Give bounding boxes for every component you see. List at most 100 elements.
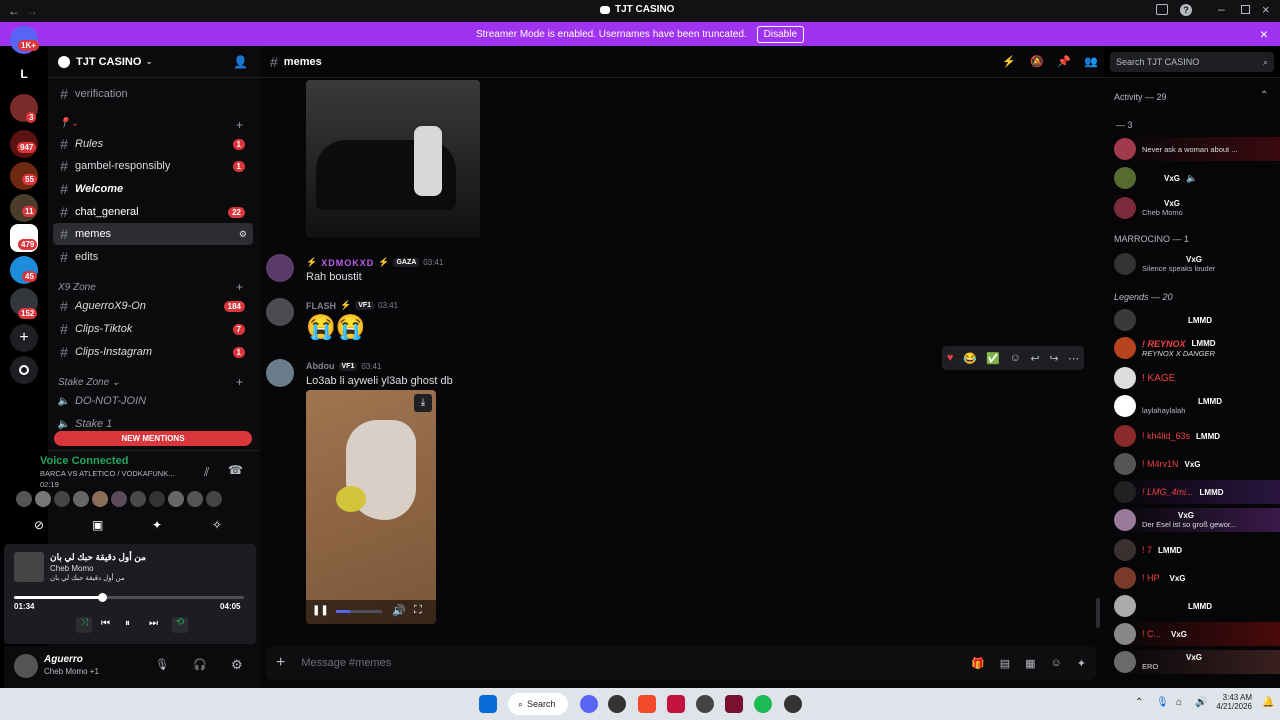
- pause-icon[interactable]: ⏸: [125, 618, 130, 629]
- avatar[interactable]: [54, 491, 70, 507]
- member-item[interactable]: VxG 🔈: [1114, 166, 1280, 190]
- member-item[interactable]: LMMD: [1114, 308, 1280, 332]
- settings-gear-icon[interactable]: ⚙: [239, 229, 247, 240]
- mic-tray-icon[interactable]: 🎙: [1156, 697, 1169, 708]
- forward-icon[interactable]: →: [26, 4, 38, 18]
- author-name[interactable]: FLASH: [306, 301, 336, 311]
- start-menu-icon[interactable]: [479, 695, 497, 713]
- discord-taskbar-icon[interactable]: [580, 695, 598, 713]
- member-item[interactable]: VxG ERO: [1114, 650, 1280, 674]
- message-input[interactable]: Message #memes: [301, 657, 391, 669]
- inbox-icon[interactable]: [1156, 4, 1168, 15]
- avatar[interactable]: [187, 491, 203, 507]
- screen-share-icon[interactable]: ▣: [92, 518, 103, 532]
- settings-gear-icon[interactable]: ⚙: [231, 657, 243, 673]
- avatar[interactable]: [14, 654, 38, 678]
- member-item[interactable]: ! KAGE: [1114, 366, 1280, 390]
- app-taskbar-icon[interactable]: [784, 695, 802, 713]
- add-reaction-icon[interactable]: ☺: [1010, 352, 1021, 364]
- video-off-icon[interactable]: ⊘: [34, 518, 44, 532]
- member-item[interactable]: ! REYNOX LMMD REYNOX X DANGER: [1114, 336, 1280, 360]
- sticker-icon[interactable]: ▦: [1025, 657, 1035, 670]
- member-item[interactable]: ! kh4lid_63s LMMD: [1114, 424, 1280, 448]
- voice-channel-do-not-join[interactable]: 🔈 DO-NOT-JOIN: [53, 390, 253, 412]
- notification-bell-icon[interactable]: 🔕: [1030, 55, 1044, 68]
- channel-clips-tiktok[interactable]: # Clips-Tiktok 7: [53, 318, 253, 340]
- previous-icon[interactable]: ⏮: [101, 618, 110, 629]
- app-taskbar-icon[interactable]: [608, 695, 626, 713]
- category-x9-zone[interactable]: X9 Zone: [58, 282, 96, 293]
- add-channel-icon[interactable]: +: [236, 280, 243, 294]
- channel-verification[interactable]: # verification: [53, 83, 253, 105]
- chat-scrollbar[interactable]: [1096, 598, 1100, 628]
- avatar[interactable]: [35, 491, 51, 507]
- shuffle-icon[interactable]: ⤨: [76, 617, 92, 633]
- fullscreen-icon[interactable]: ⛶: [414, 604, 422, 617]
- channel-clips-instagram[interactable]: # Clips-Instagram 1: [53, 341, 253, 363]
- discover-icon[interactable]: [10, 356, 38, 384]
- member-item[interactable]: ! LMG_4mi... LMMD: [1114, 480, 1280, 504]
- help-icon[interactable]: ?: [1180, 4, 1192, 16]
- avatar[interactable]: [266, 254, 294, 282]
- image-attachment[interactable]: [306, 80, 480, 238]
- channel-welcome[interactable]: # Welcome: [53, 178, 253, 200]
- activity-header[interactable]: Activity — 29: [1114, 92, 1167, 102]
- member-item[interactable]: VxG Cheb Momo: [1114, 196, 1280, 220]
- avatar[interactable]: [130, 491, 146, 507]
- laugh-reaction-icon[interactable]: 😂: [963, 352, 977, 365]
- voice-channel-name[interactable]: BARCA VS ATLETICO / VODKAFUNK...: [40, 469, 174, 478]
- collapse-icon[interactable]: ⌃: [1260, 90, 1268, 101]
- app-taskbar-icon[interactable]: [696, 695, 714, 713]
- activities-icon[interactable]: ✦: [152, 518, 162, 532]
- channel-edits[interactable]: # edits: [53, 246, 253, 268]
- avatar[interactable]: [92, 491, 108, 507]
- repeat-icon[interactable]: ⟲: [172, 617, 188, 633]
- attach-plus-icon[interactable]: +: [276, 654, 285, 672]
- member-item[interactable]: ! 7 LMMD: [1114, 538, 1280, 562]
- app-taskbar-icon[interactable]: [667, 695, 685, 713]
- avatar[interactable]: [266, 298, 294, 326]
- disable-streamer-mode-button[interactable]: Disable: [756, 25, 805, 43]
- channel-rules[interactable]: # Rules 1: [53, 133, 253, 155]
- server-icon[interactable]: L: [10, 60, 38, 88]
- member-item[interactable]: LMMD: [1114, 594, 1280, 618]
- search-input[interactable]: Search TJT CASINO ⌕: [1110, 52, 1274, 72]
- track-artist[interactable]: Cheb Momo: [50, 564, 94, 573]
- chevron-down-icon[interactable]: ⌄: [145, 56, 153, 67]
- gift-icon[interactable]: 🎁: [971, 657, 985, 670]
- forward-icon[interactable]: ↪: [1049, 352, 1058, 365]
- app-taskbar-icon[interactable]: [725, 695, 743, 713]
- volume-icon[interactable]: 🔊: [392, 604, 406, 617]
- network-icon[interactable]: ⌂: [1176, 697, 1182, 708]
- member-item[interactable]: ! HP VxG: [1114, 566, 1280, 590]
- progress-knob[interactable]: [98, 593, 108, 602]
- avatar[interactable]: [73, 491, 89, 507]
- album-art[interactable]: [14, 552, 44, 582]
- tray-chevron-icon[interactable]: ⌃: [1135, 697, 1143, 708]
- volume-tray-icon[interactable]: 🔊: [1195, 697, 1207, 708]
- username[interactable]: Aguerro: [44, 654, 83, 665]
- track-title[interactable]: من أول دقيقة حبك لي بان: [50, 552, 146, 563]
- category-stake-zone[interactable]: Stake Zone ⌄: [58, 377, 120, 388]
- channel-aguerrox9-on[interactable]: # AguerroX9-On 184: [53, 295, 253, 317]
- author-name[interactable]: XDMOKXD: [321, 258, 374, 268]
- avatar[interactable]: [206, 491, 222, 507]
- avatar[interactable]: [111, 491, 127, 507]
- heart-reaction-icon[interactable]: ♥: [947, 352, 954, 364]
- soundboard-icon[interactable]: ✧: [212, 518, 222, 532]
- channel-gambel-responsibly[interactable]: # gambel-responsibly 1: [53, 155, 253, 177]
- more-icon[interactable]: ⋯: [1068, 352, 1079, 365]
- reply-icon[interactable]: ↩: [1030, 352, 1039, 365]
- member-item[interactable]: VxG Der Esel ist so groß gewor...: [1114, 508, 1280, 532]
- add-server-icon[interactable]: +: [10, 324, 38, 352]
- disconnect-icon[interactable]: ☎: [228, 463, 243, 477]
- headphones-icon[interactable]: 🎧: [193, 658, 207, 671]
- pin-icon[interactable]: 📌: [1057, 55, 1071, 68]
- avatar[interactable]: [168, 491, 184, 507]
- check-reaction-icon[interactable]: ✅: [986, 352, 1000, 365]
- microphone-icon[interactable]: 🎙: [155, 658, 169, 671]
- maximize-icon[interactable]: [1241, 5, 1250, 14]
- channel-chat-general[interactable]: # chat_general 22: [53, 201, 253, 223]
- noise-suppression-icon[interactable]: ⫽: [204, 465, 209, 480]
- close-icon[interactable]: ×: [1262, 2, 1270, 17]
